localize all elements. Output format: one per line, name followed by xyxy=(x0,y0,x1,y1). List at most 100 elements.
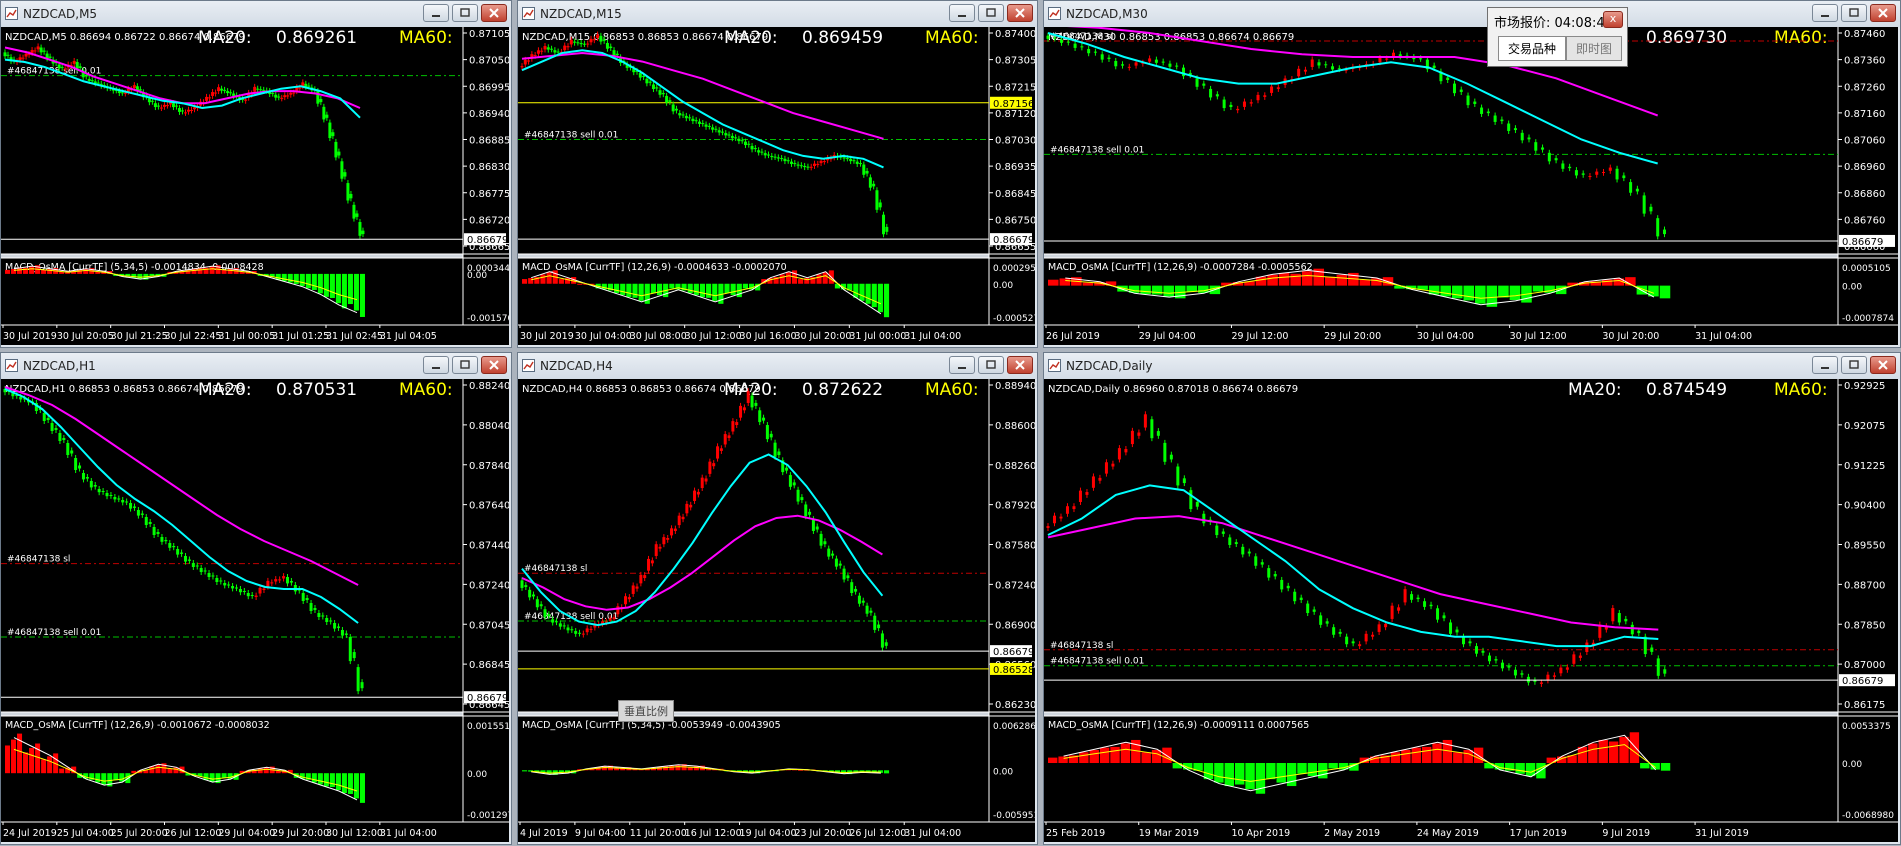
candle-body xyxy=(211,575,215,577)
price-pane[interactable] xyxy=(518,27,989,254)
chart-canvas[interactable]: 0.87460 0.87360 0.87260 0.87160 0.87060 0.869… xyxy=(1044,24,1898,345)
minimize-icon[interactable] xyxy=(949,4,975,22)
restore-icon[interactable] xyxy=(1841,4,1867,22)
tab-tick-chart[interactable]: 即时图 xyxy=(1566,36,1623,61)
candle-body xyxy=(278,579,282,581)
time-tick-label: 19 Jul 04:00 xyxy=(740,828,797,839)
candle-body xyxy=(183,112,187,114)
chart-canvas[interactable]: 0.88240 0.88040 0.87840 0.87640 0.87440 0.872… xyxy=(1,379,519,842)
price-tick-label: 0.90400 xyxy=(1844,501,1885,512)
candle-body xyxy=(3,52,7,57)
price-tick-label: 0.87640 xyxy=(469,501,509,512)
restore-icon[interactable] xyxy=(452,4,478,22)
price-pane[interactable] xyxy=(1,379,463,712)
close-icon[interactable] xyxy=(1870,356,1896,374)
order-label: #46847138 sell 0.01 xyxy=(524,131,618,141)
candle-body xyxy=(24,53,28,57)
minimize-icon[interactable] xyxy=(423,4,449,22)
close-icon[interactable] xyxy=(481,4,507,22)
macd-bar xyxy=(1203,763,1214,780)
candle-body xyxy=(1578,655,1582,658)
chart-area[interactable]: 0.88940 0.88600 0.88260 0.87920 0.87580 0.872… xyxy=(518,379,1045,844)
minimize-icon[interactable] xyxy=(1812,356,1838,374)
time-tick-label: 31 Jul 00:00 xyxy=(849,331,906,342)
candle-body xyxy=(747,143,751,145)
close-icon[interactable] xyxy=(1007,4,1033,22)
close-icon[interactable]: x xyxy=(1603,11,1623,28)
restore-icon[interactable] xyxy=(978,4,1004,22)
price-axis[interactable] xyxy=(463,379,509,822)
bid-price-label: 0.86679 xyxy=(1842,676,1883,687)
chart-window-nzdcad-h1[interactable]: NZDCAD,H1 0.88240 0.88040 0.87840 0.87640 0.8… xyxy=(0,352,519,845)
window-titlebar[interactable]: NZDCAD,Daily xyxy=(1044,353,1900,379)
candle-body xyxy=(1324,64,1328,66)
tab-symbols[interactable]: 交易品种 xyxy=(1498,36,1567,61)
price-pane[interactable] xyxy=(1,27,463,254)
restore-icon[interactable] xyxy=(1841,356,1867,374)
candle-body xyxy=(63,68,67,70)
chart-canvas[interactable]: 0.87105 0.87050 0.86995 0.86940 0.86885 0.868… xyxy=(1,27,519,345)
chart-window-nzdcad-m30[interactable]: NZDCAD,M30 0.87460 0.87360 0.87260 0.87160 0.… xyxy=(1043,0,1901,348)
chart-window-nzdcad-m15[interactable]: NZDCAD,M15 0.87400 0.87305 0.87215 0.87120 0.… xyxy=(517,0,1045,348)
candle-body xyxy=(1364,633,1368,642)
candle-body xyxy=(1486,111,1490,114)
candle-body xyxy=(246,593,250,597)
chart-window-nzdcad-daily[interactable]: NZDCAD,Daily 0.92925 0.92075 0.91225 0.90400… xyxy=(1043,352,1901,845)
minimize-icon[interactable] xyxy=(949,356,975,374)
macd-pane[interactable] xyxy=(1044,716,1838,822)
candle-body xyxy=(1242,101,1246,107)
restore-icon[interactable] xyxy=(452,356,478,374)
close-icon[interactable] xyxy=(1007,356,1033,374)
minimize-icon[interactable] xyxy=(423,356,449,374)
minimize-icon[interactable] xyxy=(1812,4,1838,22)
chart-area[interactable]: 0.87400 0.87305 0.87215 0.87120 0.87030 0.869… xyxy=(518,27,1045,347)
candle-body xyxy=(1134,62,1138,66)
price-axis[interactable] xyxy=(989,379,1035,822)
chart-window-nzdcad-h4[interactable]: NZDCAD,H4 0.88940 0.88600 0.88260 0.87920 0.8… xyxy=(517,352,1045,845)
price-tick-label: 0.88700 xyxy=(1844,580,1885,591)
chart-area[interactable]: 0.92925 0.92075 0.91225 0.90400 0.89550 0.887… xyxy=(1044,379,1900,844)
macd-bar xyxy=(1336,274,1348,286)
candle-body xyxy=(570,629,574,631)
candle-body xyxy=(1384,623,1388,628)
macd-bar xyxy=(335,773,341,791)
macd-bar xyxy=(1577,746,1588,764)
chart-canvas[interactable]: 0.92925 0.92075 0.91225 0.90400 0.89550 0.887… xyxy=(1044,379,1898,842)
chart-area[interactable]: 0.87105 0.87050 0.86995 0.86940 0.86885 0.868… xyxy=(1,27,519,347)
candle-body xyxy=(862,164,866,175)
macd-tick-label: 0.0005105 xyxy=(1842,264,1891,274)
price-pane[interactable] xyxy=(1044,379,1838,712)
market-watch-popup[interactable]: 市场报价: 04:08:45 x 交易品种 即时图 xyxy=(1487,7,1628,67)
candle-body xyxy=(658,90,662,95)
chart-window-nzdcad-m5[interactable]: NZDCAD,M5 0.87105 0.87050 0.86995 0.86940 0.8… xyxy=(0,0,519,348)
restore-icon[interactable] xyxy=(978,356,1004,374)
window-titlebar[interactable]: NZDCAD,M15 xyxy=(518,1,1037,27)
chart-canvas[interactable]: 0.88940 0.88600 0.88260 0.87920 0.87580 0.872… xyxy=(518,379,1045,842)
macd-bar xyxy=(1214,763,1224,783)
candle-body xyxy=(773,442,777,457)
price-axis[interactable] xyxy=(1838,379,1898,822)
price-pane[interactable] xyxy=(518,379,989,712)
close-icon[interactable] xyxy=(1870,4,1896,22)
candle-body xyxy=(804,504,808,517)
close-icon[interactable] xyxy=(481,356,507,374)
price-tick-label: 0.88040 xyxy=(469,421,509,432)
window-titlebar[interactable]: NZDCAD,H1 xyxy=(1,353,511,379)
macd-bar xyxy=(1421,746,1432,764)
price-tick-label: 0.86830 xyxy=(469,162,509,173)
time-tick-label: 26 Jul 12:00 xyxy=(849,828,906,839)
candle-body xyxy=(129,503,133,509)
window-titlebar[interactable]: NZDCAD,M5 xyxy=(1,1,511,27)
window-titlebar[interactable]: NZDCAD,M30 xyxy=(1044,1,1900,27)
chart-area[interactable]: 0.87460 0.87360 0.87260 0.87160 0.87060 0.869… xyxy=(1044,24,1900,347)
candle-body xyxy=(132,85,136,89)
price-axis[interactable] xyxy=(1838,27,1898,325)
candle-body xyxy=(674,108,678,111)
candle-body xyxy=(1286,585,1290,589)
chart-canvas[interactable]: 0.87400 0.87305 0.87215 0.87120 0.87030 0.869… xyxy=(518,27,1045,345)
macd-bar xyxy=(341,273,347,309)
candle-body xyxy=(786,160,790,162)
window-titlebar[interactable]: NZDCAD,H4 xyxy=(518,353,1037,379)
chart-area[interactable]: 0.88240 0.88040 0.87840 0.87640 0.87440 0.872… xyxy=(1,379,519,844)
macd-bar xyxy=(287,273,293,283)
